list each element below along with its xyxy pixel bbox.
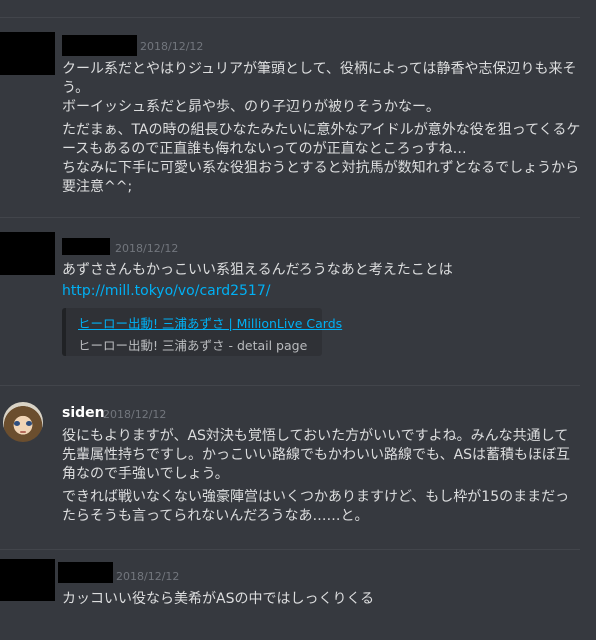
message-body: カッコいい役なら美希がASの中ではしっくりくる	[62, 590, 582, 613]
message-text: 役にもよりますが、AS対決も覚悟しておいた方がいいですよね。みんな共通して先輩属…	[62, 428, 571, 482]
message-body: クール系だとやはりジュリアが筆頭として、役柄によっては静香や志保辺りも来そう。 …	[62, 60, 582, 201]
avatar-siden[interactable]	[3, 402, 43, 442]
message-divider	[0, 17, 580, 18]
message-text: ただまぁ、TAの時の組長ひなたみたいに意外なアイドルが意外な役を狙ってくるケース…	[62, 122, 581, 195]
message-body: 役にもよりますが、AS対決も覚悟しておいた方がいいですよね。みんな共通して先輩属…	[62, 427, 582, 530]
avatar-redacted[interactable]	[0, 232, 55, 275]
embed-title-link[interactable]: ヒーロー出動! 三浦あずさ | MillionLive Cards	[78, 316, 342, 331]
message-timestamp: 2018/12/12	[115, 242, 179, 255]
message-timestamp: 2018/12/12	[103, 408, 167, 421]
message-divider	[0, 385, 580, 386]
message-timestamp: 2018/12/12	[116, 570, 180, 583]
avatar-eye-left	[14, 421, 20, 426]
message-divider	[0, 217, 580, 218]
avatar-redacted[interactable]	[0, 32, 55, 75]
chat-message-list[interactable]: 2018/12/12 クール系だとやはりジュリアが筆頭として、役柄によっては静香…	[0, 0, 596, 640]
message-timestamp: 2018/12/12	[140, 40, 204, 53]
username-redacted[interactable]	[62, 35, 137, 56]
message-link[interactable]: http://mill.tokyo/vo/card2517/	[62, 282, 582, 301]
username-redacted[interactable]	[62, 238, 110, 255]
message-text: クール系だとやはりジュリアが筆頭として、役柄によっては静香や志保辺りも来そう。 …	[62, 61, 577, 115]
embed-description: ヒーロー出動! 三浦あずさ - detail page	[78, 338, 308, 353]
message-text: カッコいい役なら美希がASの中ではしっくりくる	[62, 591, 375, 607]
avatar-mouth	[20, 431, 26, 433]
message-text: できれば戦いなくない強豪陣営はいくつかありますけど、もし枠が15のままだったらそ…	[62, 489, 570, 524]
message-body: あずささんもかっこいい系狙えるんだろうなあと考えたことは http://mill…	[62, 261, 582, 356]
message-divider	[0, 549, 580, 550]
avatar-redacted[interactable]	[0, 559, 55, 601]
username-redacted[interactable]	[58, 562, 113, 583]
message-text: あずささんもかっこいい系狙えるんだろうなあと考えたことは	[62, 262, 453, 278]
username[interactable]: siden	[62, 405, 105, 421]
link-embed: ヒーロー出動! 三浦あずさ | MillionLive Cards ヒーロー出動…	[62, 308, 342, 356]
avatar-eye-right	[26, 421, 32, 426]
